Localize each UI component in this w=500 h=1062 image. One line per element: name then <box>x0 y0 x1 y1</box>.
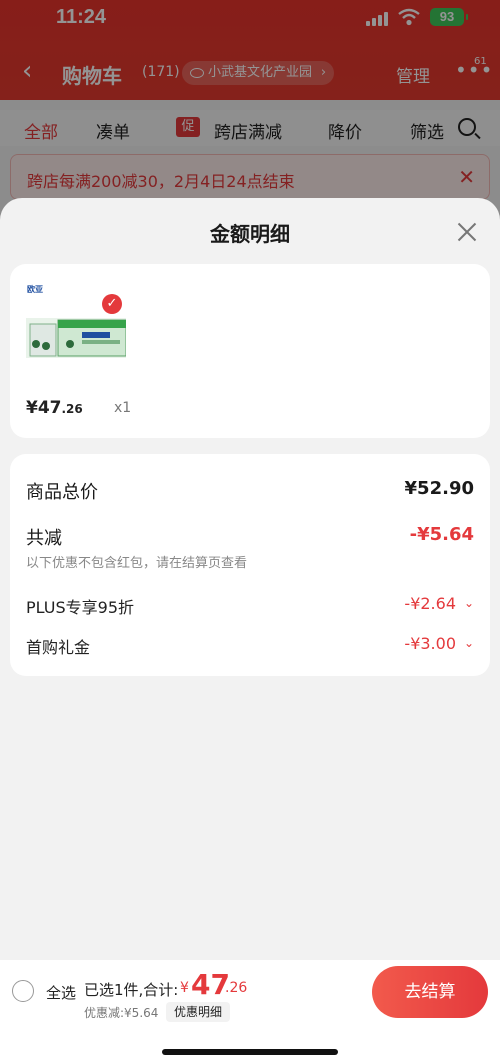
price-summary-card: 商品总价 ¥52.90 共减 -¥5.64 以下优惠不包含红包，请在结算页查看 … <box>10 454 490 676</box>
discount-note: 以下优惠不包含红包，请在结算页查看 <box>26 556 248 571</box>
first-purchase-value[interactable]: -¥3.00 <box>404 634 456 653</box>
total-amount-decimal: .26 <box>225 980 248 996</box>
checkout-button[interactable]: 去结算 <box>372 966 488 1018</box>
product-price: ¥47.26 <box>26 398 83 418</box>
selected-check-icon[interactable]: ✓ <box>102 294 122 314</box>
reduce-label: 共减 <box>26 528 62 549</box>
total-price-value: ¥52.90 <box>404 478 474 499</box>
reduce-value: -¥5.64 <box>409 524 474 545</box>
discount-detail-button[interactable]: 优惠明细 <box>166 1002 231 1022</box>
svg-text:欧亚: 欧亚 <box>27 284 43 294</box>
chevron-down-icon[interactable]: ⌄ <box>464 636 474 650</box>
discount-amount: 优惠减:¥5.64 <box>84 1006 159 1020</box>
selected-count-text: 已选1件,合计: <box>84 981 179 999</box>
product-price-dec: .26 <box>61 402 83 416</box>
product-quantity: x1 <box>114 400 132 416</box>
product-card: 欧亚 ✓ ¥47.26 x1 <box>10 264 490 438</box>
select-all-checkbox[interactable] <box>12 980 34 1002</box>
home-indicator <box>162 1049 338 1055</box>
amount-detail-sheet: 金额明细 欧亚 ✓ ¥47.26 x1 商品总价 ¥52.90 共减 -¥5.6… <box>0 198 500 1062</box>
total-currency: ¥ <box>180 980 189 996</box>
plus-discount-value[interactable]: -¥2.64 <box>404 594 456 613</box>
total-price-label: 商品总价 <box>26 482 98 503</box>
sheet-title: 金额明细 <box>210 222 290 246</box>
select-all-label[interactable]: 全选 <box>46 982 76 1003</box>
chevron-down-icon[interactable]: ⌄ <box>464 596 474 610</box>
plus-discount-label: PLUS专享95折 <box>26 598 134 617</box>
close-icon[interactable] <box>455 220 479 244</box>
product-price-int: ¥47 <box>26 398 62 418</box>
first-purchase-label: 首购礼金 <box>26 638 91 657</box>
checkout-bar: 全选 已选1件,合计: ¥ 47 .26 优惠减:¥5.64 优惠明细 去结算 <box>0 960 500 1062</box>
